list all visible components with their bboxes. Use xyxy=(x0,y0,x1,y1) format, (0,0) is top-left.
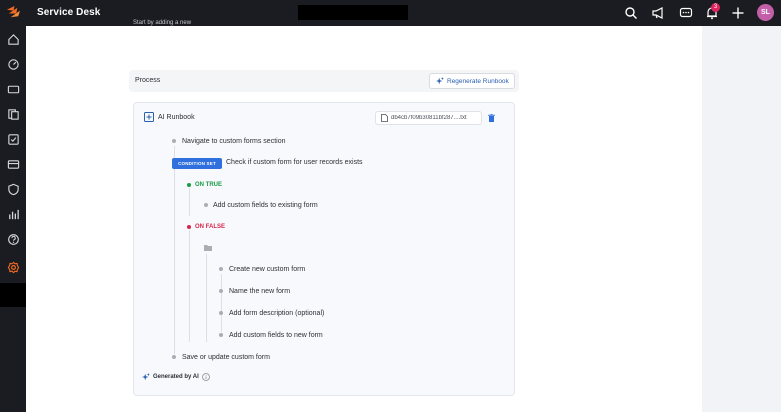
step-bullet xyxy=(219,289,223,293)
plus-icon[interactable] xyxy=(731,6,745,20)
card-icon xyxy=(7,159,19,169)
condition-set-badge: CONDITION SET xyxy=(172,158,222,169)
sidebar-item-dashboard[interactable] xyxy=(0,51,26,77)
step-bullet xyxy=(219,267,223,271)
step-bullet xyxy=(172,355,176,359)
step-bullet xyxy=(204,203,208,207)
generated-by-label: Generated by AI xyxy=(153,374,199,380)
step-bullet xyxy=(219,333,223,337)
step-name-form: Name the new form xyxy=(229,288,291,295)
sidebar-item-security[interactable] xyxy=(0,176,26,202)
file-name: db4cb7f09b30811bf287....txt xyxy=(391,115,467,121)
sidebar-redacted-block xyxy=(0,283,26,307)
dashboard-icon xyxy=(7,58,19,70)
sidebar-item-settings[interactable] xyxy=(0,254,26,280)
home-icon xyxy=(7,33,19,45)
search-icon[interactable] xyxy=(624,6,638,20)
sidebar-item-tasks[interactable] xyxy=(0,126,26,152)
sidebar-item-help[interactable] xyxy=(0,226,26,252)
file-icon xyxy=(381,114,388,122)
generated-by-ai: Generated by AI xyxy=(142,373,210,381)
step-save: Save or update custom form xyxy=(182,354,270,361)
runbook-icon xyxy=(144,112,154,122)
sidebar-item-tickets[interactable] xyxy=(0,76,26,102)
condition-text: Check if custom form for user records ex… xyxy=(226,159,363,166)
reports-icon xyxy=(8,209,19,219)
shield-icon xyxy=(7,183,19,195)
false-indicator xyxy=(187,225,191,229)
regenerate-runbook-button[interactable]: Regenerate Runbook xyxy=(429,73,515,89)
on-false-label: ON FALSE xyxy=(195,224,226,230)
step-navigate: Navigate to custom forms section xyxy=(182,138,286,145)
sparkle-icon xyxy=(436,77,444,85)
tree-line-substeps xyxy=(221,274,222,332)
runbook-title: AI Runbook xyxy=(158,114,195,121)
tasks-icon xyxy=(7,133,19,145)
tree-line-false xyxy=(189,230,190,342)
notification-badge: 3 xyxy=(711,3,720,12)
sparkle-icon xyxy=(142,373,150,381)
sidebar-item-home[interactable] xyxy=(0,26,26,52)
sidebar-item-billing[interactable] xyxy=(0,151,26,177)
documents-icon xyxy=(7,108,19,120)
folder-icon xyxy=(204,245,212,251)
sidebar-item-reports[interactable] xyxy=(0,201,26,227)
top-bar: Service Desk 3 SL xyxy=(0,0,781,26)
info-icon[interactable] xyxy=(201,373,210,381)
logo-icon xyxy=(6,5,21,18)
tree-line-main xyxy=(174,146,175,354)
regenerate-runbook-label: Regenerate Runbook xyxy=(447,77,509,85)
sidebar xyxy=(0,26,26,412)
help-icon xyxy=(7,233,19,245)
step-bullet xyxy=(219,311,223,315)
redacted-search-area xyxy=(298,5,408,20)
process-label: Process xyxy=(135,77,161,84)
app-title: Service Desk xyxy=(37,7,101,18)
step-add-fields-existing: Add custom fields to existing form xyxy=(213,202,318,209)
trash-icon xyxy=(487,114,495,122)
step-add-fields-new: Add custom fields to new form xyxy=(229,332,323,339)
step-create-form: Create new custom form xyxy=(229,266,306,273)
delete-file-button[interactable] xyxy=(485,111,497,125)
chat-icon[interactable] xyxy=(679,6,693,20)
file-attachment[interactable]: db4cb7f09b30811bf287....txt xyxy=(375,111,482,125)
on-true-label: ON TRUE xyxy=(195,182,222,188)
step-add-description: Add form description (optional) xyxy=(229,310,325,317)
settings-icon xyxy=(7,261,19,273)
user-avatar[interactable]: SL xyxy=(757,4,774,21)
sidebar-item-documents[interactable] xyxy=(0,101,26,127)
runbook-card xyxy=(133,102,515,396)
hint-text: Start by adding a new xyxy=(133,20,192,26)
tree-line-folder xyxy=(206,254,207,342)
tree-line-true xyxy=(189,188,190,216)
megaphone-icon[interactable] xyxy=(651,6,665,20)
true-indicator xyxy=(187,183,191,187)
step-bullet xyxy=(172,139,176,143)
right-gutter xyxy=(702,26,781,412)
ticket-icon xyxy=(7,85,19,93)
